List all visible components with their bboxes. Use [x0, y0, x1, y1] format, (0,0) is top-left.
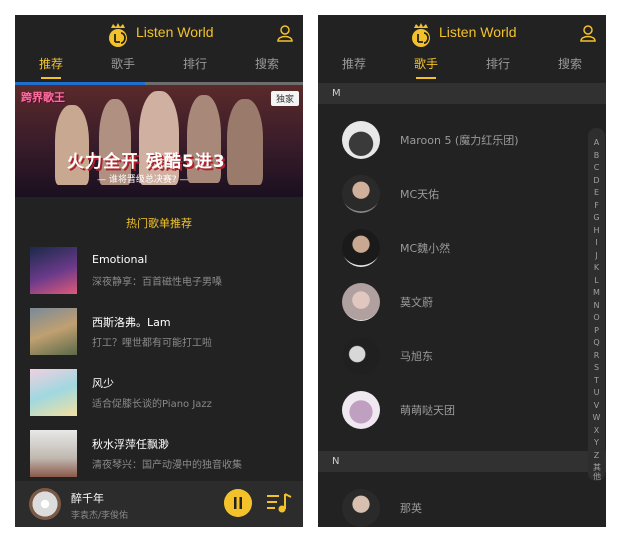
- playlist-name: 秋水浮萍任飘渺: [92, 438, 169, 451]
- singer-avatar: [342, 175, 380, 213]
- singer-name: MC魏小然: [400, 242, 451, 255]
- group-header-n: N: [318, 451, 606, 472]
- tab-singers[interactable]: 歌手: [396, 55, 456, 79]
- index-letter[interactable]: P: [588, 326, 605, 336]
- banner-brand: 跨界歌王: [21, 91, 65, 104]
- section-title: 热门歌单推荐: [126, 217, 192, 230]
- index-letter[interactable]: S: [588, 363, 605, 373]
- playlist-desc: 清夜琴兴：国产动漫中的独音收集: [92, 460, 242, 471]
- playlist-item[interactable]: 秋水浮萍任飘渺 清夜琴兴：国产动漫中的独音收集: [30, 430, 290, 478]
- index-letter[interactable]: C: [588, 163, 605, 173]
- index-letter[interactable]: Q: [588, 338, 605, 348]
- index-letter[interactable]: Z: [588, 451, 605, 461]
- exclusive-badge: 独家: [270, 91, 299, 106]
- playlist-name: Emotional: [92, 253, 148, 266]
- banner-person: [55, 105, 89, 185]
- index-letter[interactable]: D: [588, 176, 605, 186]
- singer-item[interactable]: MC天佑: [342, 175, 582, 213]
- index-letter[interactable]: X: [588, 426, 605, 436]
- app-title: Listen World: [136, 24, 214, 40]
- tab-ranking[interactable]: 排行: [165, 55, 225, 73]
- album-disc: [29, 488, 61, 520]
- singer-avatar: [342, 283, 380, 321]
- banner-headline: 火力全开 残酷5进3: [67, 152, 226, 172]
- tab-search[interactable]: 搜索: [237, 55, 297, 73]
- banner[interactable]: 跨界歌王 独家 火力全开 残酷5进3 — 谁将晋级总决赛? —: [15, 85, 303, 197]
- index-letter[interactable]: I: [588, 238, 605, 248]
- index-letter[interactable]: G: [588, 213, 605, 223]
- singer-name: 马旭东: [400, 350, 433, 363]
- tab-ranking[interactable]: 排行: [468, 55, 528, 73]
- tab-recommend[interactable]: 推荐: [21, 55, 81, 79]
- playlist-desc: 深夜静享：百首磁性电子男嗓: [92, 277, 222, 288]
- logo-icon: [412, 23, 430, 47]
- playlist-desc: 适合促膝长谈的Piano Jazz: [92, 399, 212, 410]
- playlist-cover: [30, 369, 77, 416]
- index-letter[interactable]: O: [588, 313, 605, 323]
- index-letter[interactable]: H: [588, 226, 605, 236]
- playlist-item[interactable]: Emotional 深夜静享：百首磁性电子男嗓: [30, 247, 290, 295]
- index-letter-other[interactable]: 其他: [592, 463, 602, 481]
- tab-singers[interactable]: 歌手: [93, 55, 153, 73]
- playlist-cover: [30, 247, 77, 294]
- app-header: Listen World: [318, 15, 606, 55]
- playlist-item[interactable]: 风少 适合促膝长谈的Piano Jazz: [30, 369, 290, 417]
- index-letter[interactable]: B: [588, 151, 605, 161]
- playlist-name: 西斯洛弗。Lam: [92, 316, 171, 329]
- index-letter[interactable]: N: [588, 301, 605, 311]
- singer-avatar: [342, 489, 380, 527]
- group-header-m: M: [318, 83, 606, 104]
- index-letter[interactable]: W: [588, 413, 605, 423]
- singer-item[interactable]: 马旭东: [342, 337, 582, 375]
- player-song-name: 醉千年: [71, 492, 104, 505]
- app-header: Listen World: [15, 15, 303, 55]
- playlist-cover: [30, 430, 77, 477]
- index-letter[interactable]: M: [588, 288, 605, 298]
- index-letter[interactable]: Y: [588, 438, 605, 448]
- singers-screen: Listen World 推荐 歌手 排行 搜索 M Maroon 5 (魔力红…: [318, 15, 606, 527]
- banner-person: [227, 99, 263, 185]
- singer-item[interactable]: 莫文蔚: [342, 283, 582, 321]
- index-letter[interactable]: E: [588, 188, 605, 198]
- singer-name: 莫文蔚: [400, 296, 433, 309]
- tab-search[interactable]: 搜索: [540, 55, 600, 73]
- singer-name: 萌萌哒天团: [400, 404, 455, 417]
- singer-avatar: [342, 121, 380, 159]
- singer-name: MC天佑: [400, 188, 440, 201]
- user-icon[interactable]: [580, 24, 596, 42]
- singer-avatar: [342, 337, 380, 375]
- playlist-name: 风少: [92, 377, 114, 390]
- tab-recommend[interactable]: 推荐: [324, 55, 384, 73]
- index-letter[interactable]: U: [588, 388, 605, 398]
- playlist-icon[interactable]: [266, 491, 292, 515]
- alphabet-index[interactable]: A B C D E F G H I J K L M N O P Q R S T …: [588, 128, 605, 481]
- singer-item[interactable]: MC魏小然: [342, 229, 582, 267]
- index-letter[interactable]: L: [588, 276, 605, 286]
- index-letter[interactable]: R: [588, 351, 605, 361]
- recommend-screen: Listen World 推荐 歌手 排行 搜索 跨界歌王 独家 火力全开 残酷…: [15, 15, 303, 527]
- app-title: Listen World: [439, 24, 517, 40]
- index-letter[interactable]: A: [588, 138, 605, 148]
- playlist-item[interactable]: 西斯洛弗。Lam 打工？哩世都有可能打工啦: [30, 308, 290, 356]
- singer-avatar: [342, 391, 380, 429]
- singer-avatar: [342, 229, 380, 267]
- mini-player[interactable]: 醉千年 李袁杰/李俊佑: [15, 481, 303, 527]
- singer-item[interactable]: 萌萌哒天团: [342, 391, 582, 429]
- banner-subtitle: — 谁将晋级总决赛? —: [97, 175, 189, 185]
- index-letter[interactable]: V: [588, 401, 605, 411]
- pause-button[interactable]: [224, 489, 252, 517]
- index-letter[interactable]: T: [588, 376, 605, 386]
- singer-name: 那英: [400, 502, 422, 515]
- playlist-cover: [30, 308, 77, 355]
- singer-item[interactable]: Maroon 5 (魔力红乐团): [342, 121, 582, 159]
- singer-name: Maroon 5 (魔力红乐团): [400, 134, 519, 147]
- singer-item[interactable]: 那英: [342, 489, 582, 527]
- index-letter[interactable]: F: [588, 201, 605, 211]
- player-artist: 李袁杰/李俊佑: [71, 511, 129, 521]
- index-letter[interactable]: K: [588, 263, 605, 273]
- playlist-desc: 打工？哩世都有可能打工啦: [92, 338, 212, 349]
- user-icon[interactable]: [277, 24, 293, 42]
- logo-icon: [109, 23, 127, 47]
- index-letter[interactable]: J: [588, 251, 605, 261]
